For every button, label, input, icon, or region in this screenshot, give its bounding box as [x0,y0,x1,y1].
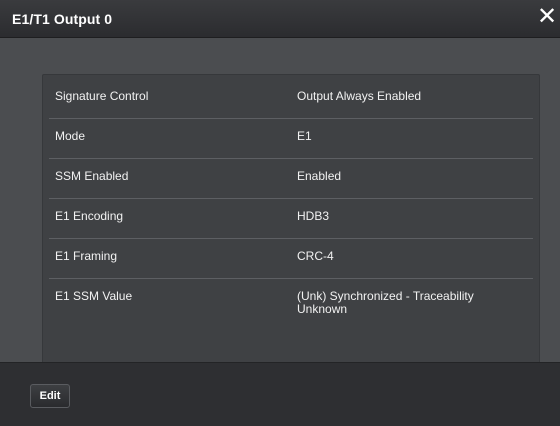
property-value: Enabled [297,169,342,183]
dialog-content: Signature Control Output Always Enabled … [0,38,560,364]
dialog-footer: Edit [0,362,560,426]
property-row-e1-framing: E1 Framing CRC-4 [49,239,533,279]
output-dialog: E1/T1 Output 0 ✕ Signature Control Outpu… [0,0,560,426]
property-value: E1 [297,129,312,143]
close-icon[interactable]: ✕ [536,4,558,30]
properties-panel: Signature Control Output Always Enabled … [42,74,540,364]
dialog-titlebar: E1/T1 Output 0 ✕ [0,0,560,38]
property-label: E1 SSM Value [55,289,133,303]
properties-table: Signature Control Output Always Enabled … [49,79,533,323]
property-label: SSM Enabled [55,169,129,183]
property-value: (Unk) Synchronized - Traceability Unknow… [297,289,474,316]
property-label: E1 Encoding [55,209,124,223]
property-row-mode: Mode E1 [49,119,533,159]
property-value: CRC-4 [297,249,334,263]
property-row-e1-ssm-value: E1 SSM Value (Unk) Synchronized - Tracea… [49,279,533,323]
property-value: HDB3 [297,209,330,223]
property-row-ssm-enabled: SSM Enabled Enabled [49,159,533,199]
property-label: Signature Control [55,89,149,103]
property-label: E1 Framing [55,249,118,263]
dialog-title: E1/T1 Output 0 [12,11,113,27]
property-row-signature-control: Signature Control Output Always Enabled [49,79,533,119]
edit-button[interactable]: Edit [30,384,70,408]
property-value: Output Always Enabled [297,89,422,103]
property-label: Mode [55,129,86,143]
property-row-e1-encoding: E1 Encoding HDB3 [49,199,533,239]
